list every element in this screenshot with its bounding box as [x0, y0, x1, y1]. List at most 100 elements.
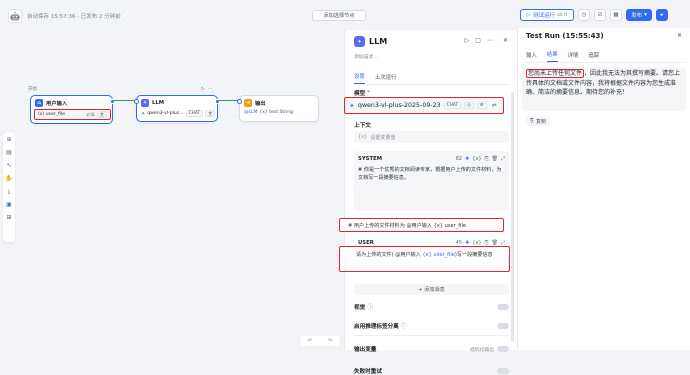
info-icon: ⓘ: [367, 304, 374, 311]
history-icon[interactable]: ◷: [578, 9, 590, 21]
header-actions: ▷ 测试运行 alt R ◷ ☑ ▦ 发布 ▾ ▸: [520, 8, 668, 22]
run-result-text: 您尚未上传任何文件 ，因此我无法为其撰写摘要。请您上传具体的文档或文件内容，我将根…: [522, 67, 686, 111]
export-icon[interactable]: ⤓: [8, 188, 11, 196]
zoom-controls[interactable]: ↶ ↷: [300, 336, 340, 346]
start-node-title: 用户输入: [46, 101, 68, 107]
context-label: 上下文: [354, 123, 371, 129]
undo-icon[interactable]: ↶: [308, 338, 312, 344]
test-run-title: Test Run (15:55:43): [526, 32, 604, 40]
tab-trace[interactable]: 追踪: [588, 51, 599, 62]
canvas-toolrail: ⊕ ▤ ↖ ✋ ⤓ ▣ ⊞: [3, 132, 15, 242]
start-node-variable[interactable]: (x) user_file 必填 文: [34, 109, 111, 120]
insert-variable-icon[interactable]: ✚: [465, 156, 469, 162]
book-icon[interactable]: ▢: [475, 37, 481, 44]
llm-node-input-port[interactable]: [134, 99, 139, 104]
copy-icon: ⎘: [530, 118, 535, 124]
tab-last-run[interactable]: 上次运行: [375, 73, 397, 84]
context-input[interactable]: {x} 设置变量值: [354, 131, 509, 143]
more-actions-icon[interactable]: ⋯: [487, 37, 493, 44]
llm-node[interactable]: ✦ LLM ✦ qwen3-vl-plus... CHAT 文: [134, 95, 220, 122]
minimap-icon[interactable]: ▣: [6, 201, 12, 209]
user-prompt-text[interactable]: 请为上传的文件( @用户输入 {x} user_file)写一段摘要信息: [339, 246, 510, 272]
close-icon[interactable]: ✕: [677, 32, 682, 39]
panel-header: ✦ LLM: [354, 36, 387, 47]
info-icon: ⓘ: [400, 323, 407, 330]
reasoning-toggle[interactable]: [497, 322, 509, 329]
qwen-logo-icon: ✦: [141, 110, 146, 117]
vision-row: 视觉 ⓘ: [354, 302, 509, 311]
tab-input[interactable]: 输入: [526, 51, 537, 62]
result-highlight: 您尚未上传任何文件: [526, 69, 585, 78]
panel-title: LLM: [369, 37, 388, 46]
start-node[interactable]: ⌂ 用户输入 (x) user_file 必填 文: [30, 95, 115, 124]
add-selection-node-button[interactable]: 添加选择节点: [312, 10, 366, 21]
test-run-panel: Test Run (15:55:43) ✕ 输入 结果 详情 追踪 您尚未上传任…: [518, 28, 690, 350]
output-node-ref: @LLM {x} text String: [244, 110, 293, 115]
group-label: 开始: [28, 87, 37, 92]
panel-tabs: 设置 上次运行: [354, 72, 509, 85]
llm-node-model: ✦ qwen3-vl-plus... CHAT 文: [141, 110, 216, 117]
qwen-logo-icon: ✦: [349, 101, 355, 110]
system-prompt-text[interactable]: # 你是一个优秀的文档阅读专家，根据用户上传的文件材料，为文档写一段摘要信息。: [358, 166, 503, 182]
node-toolbar: ▷ ⋯: [201, 86, 213, 92]
tool-chip-icon: ⚙: [476, 102, 487, 109]
panel-header-actions: ▷ ▢ ⋯ ✕: [465, 37, 508, 44]
variable-icon[interactable]: {x}: [472, 156, 481, 162]
output-node-title: 输出: [255, 101, 266, 107]
system-role-label: SYSTEM: [358, 156, 382, 162]
reasoning-row: 启用推理标签分离 ⓘ: [354, 321, 509, 330]
tab-result[interactable]: 结果: [546, 50, 558, 62]
llm-node-title: LLM: [152, 100, 165, 106]
structured-output-toggle[interactable]: [497, 346, 509, 352]
output-vars-row[interactable]: 输出变量 结构化输出: [354, 345, 509, 353]
system-token-count: 82: [455, 156, 463, 162]
expand-icon[interactable]: ⤢: [501, 156, 505, 162]
expand-sidebar-icon[interactable]: ▸: [656, 9, 668, 21]
more-icon[interactable]: ⋯: [208, 86, 213, 92]
output-node-input-port[interactable]: [237, 99, 242, 104]
canvas-topbar: 🤖 自动保存 15:57:36 · 已发布 2 分钟前: [8, 8, 121, 24]
tab-detail[interactable]: 详情: [568, 51, 579, 62]
add-node-icon[interactable]: ⊕: [6, 136, 11, 144]
llm-icon: ✦: [141, 99, 149, 107]
output-node[interactable]: ⇥ 输出 @LLM {x} text String: [237, 95, 319, 122]
close-icon[interactable]: ✕: [503, 37, 508, 44]
run-step-icon[interactable]: ▷: [465, 37, 470, 44]
vision-chip-icon: ◎: [464, 102, 474, 109]
hand-icon[interactable]: ✋: [5, 175, 12, 183]
copy-result-button[interactable]: ⎘ 复制: [526, 116, 551, 126]
retry-row: 失败时重试: [354, 367, 509, 375]
publish-button[interactable]: 发布 ▾: [626, 9, 652, 21]
tab-settings[interactable]: 设置: [354, 72, 365, 84]
edge-start-llm: [114, 100, 136, 101]
variable-icon: {x}: [358, 134, 368, 140]
variables-icon[interactable]: ☑: [594, 9, 606, 21]
vision-toggle[interactable]: [497, 303, 509, 310]
app-logo-icon[interactable]: 🤖: [8, 9, 22, 23]
layout-icon[interactable]: ⊞: [6, 214, 11, 222]
model-selector[interactable]: ✦ qwen3-vl-plus-2025-09-23 CHAT ◎ ⚙ ⇌: [344, 97, 504, 114]
model-label-row: 模型 *: [354, 90, 370, 97]
workflow-canvas[interactable]: 🤖 自动保存 15:57:36 · 已发布 2 分钟前 开始 ⌂ 用户输入 (x…: [0, 0, 344, 350]
panel-description[interactable]: 添加描述...: [354, 53, 378, 60]
system-prompt-file-line[interactable]: # 用户上传的文件材料为 @用户输入 {x} user_file: [339, 218, 504, 232]
pointer-icon[interactable]: ↖: [6, 162, 11, 170]
llm-panel-icon: ✦: [354, 36, 365, 47]
llm-settings-panel: ✦ LLM ▷ ▢ ⋯ ✕ 添加描述... 设置 上次运行 模型 * ✦ qwe…: [339, 30, 518, 375]
retry-toggle[interactable]: [497, 368, 509, 374]
model-params-icon[interactable]: ⇌: [492, 102, 497, 109]
output-icon: ⇥: [244, 99, 252, 107]
save-status: 自动保存 15:57:36 · 已发布 2 分钟前: [27, 14, 121, 20]
copy-icon[interactable]: ⎘: [485, 156, 489, 162]
panel-scrollbar[interactable]: [511, 92, 514, 342]
file-type-chip: 文: [96, 111, 107, 118]
delete-icon[interactable]: 🗑: [492, 156, 498, 162]
checklist-icon[interactable]: ▦: [610, 9, 622, 21]
test-run-button[interactable]: ▷ 测试运行 alt R: [520, 9, 574, 21]
run-node-icon[interactable]: ▷: [201, 86, 205, 92]
note-icon[interactable]: ▤: [6, 149, 12, 157]
redo-icon[interactable]: ↷: [328, 338, 332, 344]
chevron-down-icon: ▾: [644, 12, 647, 18]
system-prompt-block[interactable]: SYSTEM 82 ✚ {x} ⎘ 🗑 ⤢ # 你是一个优秀的文档阅读专家，根据…: [354, 151, 509, 211]
add-message-button[interactable]: + 添加消息: [354, 284, 509, 295]
